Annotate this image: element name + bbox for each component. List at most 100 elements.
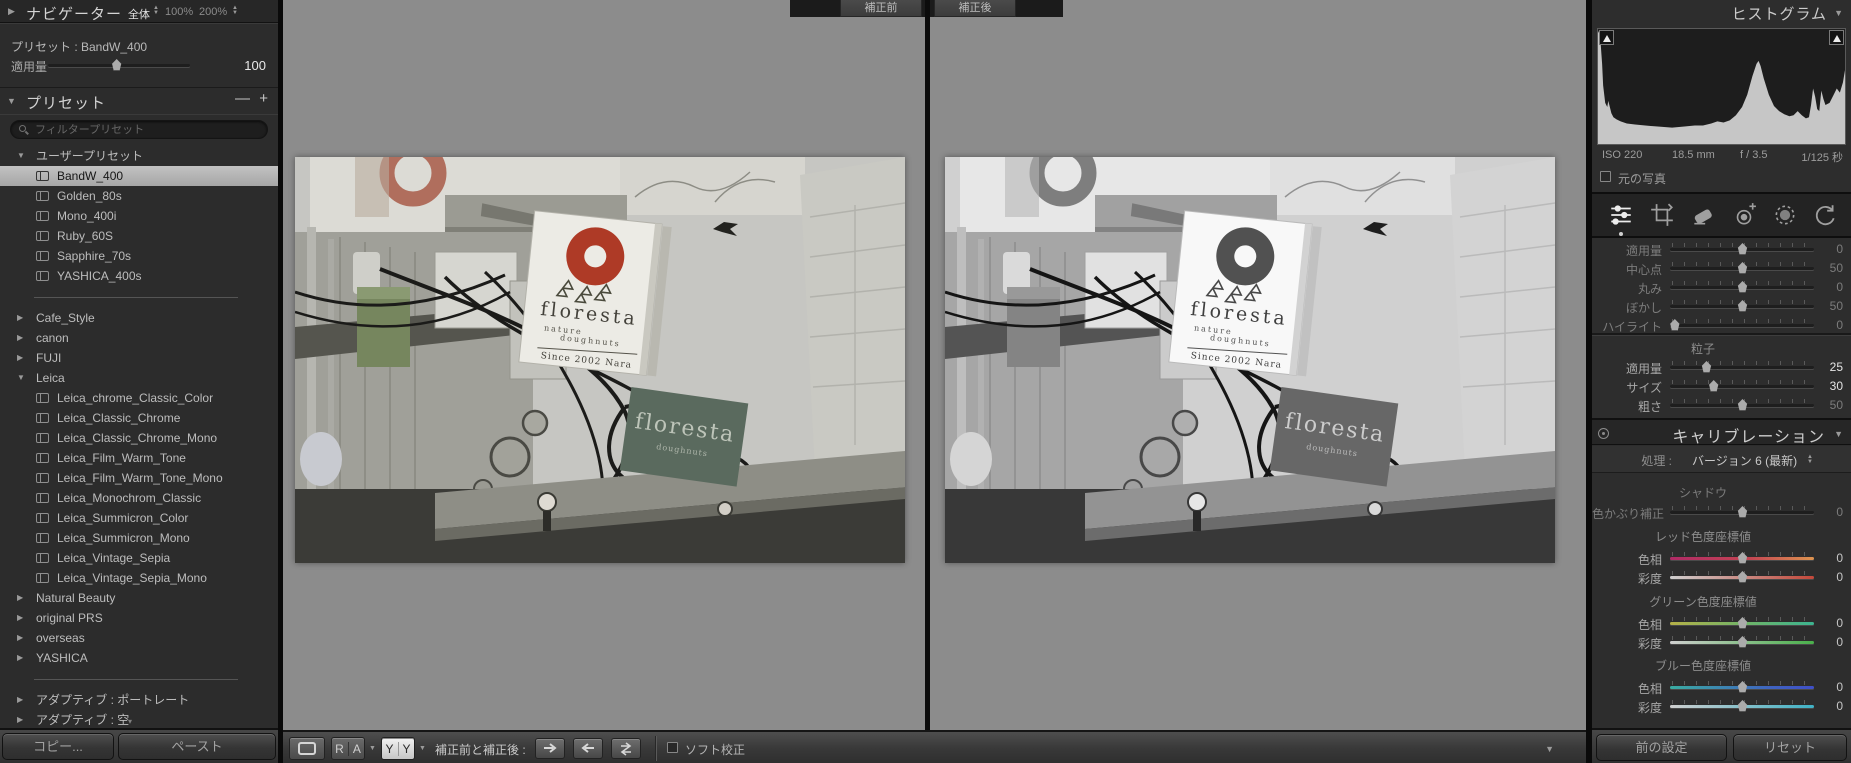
slider-track[interactable] — [1670, 511, 1814, 514]
histogram-header[interactable]: ヒストグラム ▼ — [1592, 0, 1851, 24]
masking-icon[interactable] — [1772, 202, 1798, 228]
preset-item-selected[interactable]: BandW_400 — [0, 166, 278, 186]
slider-thumb[interactable] — [1737, 552, 1748, 564]
preset-group[interactable]: ▶FUJI — [0, 348, 278, 368]
slider-track[interactable] — [1670, 622, 1814, 625]
zoom-fit[interactable]: 全体 — [128, 6, 150, 22]
preset-search-input[interactable] — [35, 121, 261, 138]
amount-slider-thumb[interactable] — [111, 59, 122, 71]
preset-item[interactable]: Leica_Vintage_Sepia_Mono — [0, 568, 278, 588]
preset-group-adaptive-portrait[interactable]: ▶アダプティブ : ポートレート — [0, 690, 278, 710]
zoom-updown-icon[interactable] — [232, 6, 238, 16]
slider-track[interactable] — [1670, 286, 1814, 289]
preset-search-box[interactable] — [10, 120, 268, 139]
preset-group-leica[interactable]: ▼Leica — [0, 368, 278, 388]
preset-group[interactable]: ▶YASHICA — [0, 648, 278, 668]
slider-thumb[interactable] — [1701, 361, 1712, 373]
slider-thumb[interactable] — [1737, 636, 1748, 648]
process-updown-icon[interactable] — [1807, 455, 1813, 465]
slider-track[interactable] — [1670, 686, 1814, 689]
slider-thumb[interactable] — [1669, 319, 1680, 331]
shadow-clipping-indicator[interactable] — [1599, 30, 1614, 45]
slider-thumb[interactable] — [1737, 681, 1748, 693]
slider-thumb[interactable] — [1737, 506, 1748, 518]
slider-track[interactable] — [1670, 705, 1814, 708]
preset-item[interactable]: Leica_chrome_Classic_Color — [0, 388, 278, 408]
after-photo[interactable]: floresta nature doughnuts Since 2002 Nar… — [945, 157, 1555, 563]
preset-item[interactable]: Leica_Summicron_Mono — [0, 528, 278, 548]
slider-thumb[interactable] — [1737, 243, 1748, 255]
crop-icon[interactable] — [1649, 202, 1675, 228]
slider-thumb[interactable] — [1737, 571, 1748, 583]
before-after-lr-button[interactable]: RA — [331, 737, 365, 760]
preset-item[interactable]: Leica_Classic_Chrome_Mono — [0, 428, 278, 448]
loupe-view-button[interactable] — [289, 737, 325, 760]
slider-track[interactable] — [1670, 267, 1814, 270]
presets-panel-header[interactable]: ▼ プリセット — + — [0, 88, 278, 114]
slider-track[interactable] — [1670, 576, 1814, 579]
sync-icon[interactable] — [1812, 202, 1838, 228]
original-photo-checkbox[interactable] — [1600, 171, 1611, 182]
slider-thumb[interactable] — [1737, 262, 1748, 274]
preset-group[interactable]: ▶canon — [0, 328, 278, 348]
slider-track[interactable] — [1670, 248, 1814, 251]
edit-icon[interactable] — [1608, 202, 1634, 228]
preset-item[interactable]: Mono_400i — [0, 206, 278, 226]
preset-item[interactable]: Leica_Summicron_Color — [0, 508, 278, 528]
slider-track[interactable] — [1670, 366, 1814, 369]
preset-group[interactable]: ▶Natural Beauty — [0, 588, 278, 608]
preset-group-adaptive-sky[interactable]: ▶アダプティブ : 空 — [0, 710, 278, 726]
amount-slider-track[interactable] — [48, 64, 190, 67]
panel-collapse-icon[interactable]: ▾ — [128, 717, 132, 726]
calibration-header[interactable]: キャリブレーション ▼ — [1592, 418, 1851, 445]
reset-button[interactable]: リセット — [1733, 734, 1847, 761]
preset-group[interactable]: ▶Cafe_Style — [0, 308, 278, 328]
soft-proof-checkbox[interactable] — [667, 742, 678, 753]
slider-track[interactable] — [1670, 557, 1814, 560]
previous-settings-button[interactable]: 前の設定 — [1596, 734, 1727, 761]
slider-thumb[interactable] — [1737, 281, 1748, 293]
remove-preset-button[interactable]: — — [235, 90, 250, 107]
zoom-100[interactable]: 100% — [165, 6, 193, 18]
dropdown-arrow-icon[interactable]: ▼ — [419, 745, 426, 752]
copy-before-to-after-button[interactable] — [535, 738, 565, 759]
add-preset-button[interactable]: + — [259, 90, 268, 107]
preset-item[interactable]: Sapphire_70s — [0, 246, 278, 266]
preset-group-user[interactable]: ▼ユーザープリセット — [0, 146, 278, 166]
red-eye-icon[interactable] — [1731, 202, 1757, 228]
histogram[interactable] — [1597, 28, 1846, 145]
preset-item[interactable]: Leica_Classic_Chrome — [0, 408, 278, 428]
highlight-clipping-indicator[interactable] — [1829, 30, 1844, 45]
slider-track[interactable] — [1670, 404, 1814, 407]
copy-after-to-before-button[interactable] — [573, 738, 603, 759]
preset-item[interactable]: Leica_Film_Warm_Tone — [0, 448, 278, 468]
preset-item[interactable]: Golden_80s — [0, 186, 278, 206]
heal-icon[interactable] — [1690, 202, 1716, 228]
preset-group[interactable]: ▶original PRS — [0, 608, 278, 628]
slider-track[interactable] — [1670, 385, 1814, 388]
panel-toggle-icon[interactable] — [1598, 428, 1609, 439]
toolbar-options-icon[interactable]: ▼ — [1545, 744, 1554, 754]
slider-track[interactable] — [1670, 324, 1814, 327]
process-version-select[interactable]: バージョン 6 (最新) — [1692, 452, 1797, 469]
preset-item[interactable]: Leica_Film_Warm_Tone_Mono — [0, 468, 278, 488]
slider-track[interactable] — [1670, 641, 1814, 644]
slider-thumb[interactable] — [1737, 300, 1748, 312]
paste-button[interactable]: ペースト — [118, 733, 276, 760]
preset-item[interactable]: Leica_Monochrom_Classic — [0, 488, 278, 508]
slider-thumb[interactable] — [1737, 700, 1748, 712]
before-after-split-button[interactable]: YY — [381, 737, 415, 760]
dropdown-arrow-icon[interactable]: ▼ — [369, 745, 376, 752]
preset-item[interactable]: Ruby_60S — [0, 226, 278, 246]
preset-group[interactable]: ▶overseas — [0, 628, 278, 648]
slider-thumb[interactable] — [1737, 617, 1748, 629]
zoom-200[interactable]: 200% — [199, 6, 227, 18]
fit-updown-icon[interactable] — [153, 6, 159, 16]
preset-item[interactable]: Leica_Vintage_Sepia — [0, 548, 278, 568]
slider-track[interactable] — [1670, 305, 1814, 308]
slider-thumb[interactable] — [1737, 399, 1748, 411]
swap-before-after-button[interactable] — [611, 738, 641, 759]
before-photo[interactable]: floresta nature doughnuts Since 2002 Nar… — [295, 157, 905, 563]
preset-item[interactable]: YASHICA_400s — [0, 266, 278, 286]
copy-button[interactable]: コピー... — [2, 733, 114, 760]
